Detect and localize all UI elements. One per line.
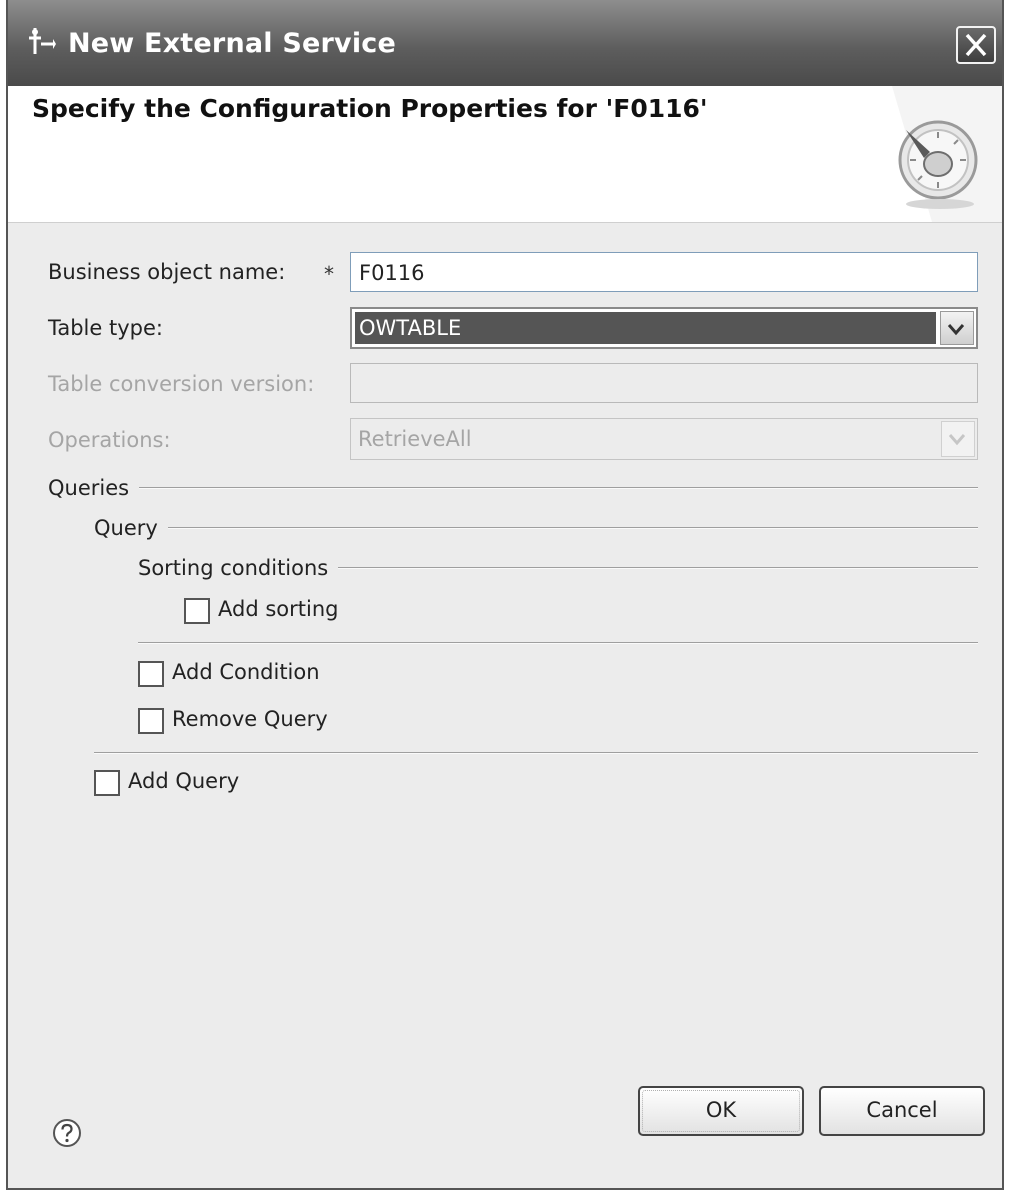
business-object-name-label: Business object name: bbox=[48, 260, 286, 284]
add-sorting-label[interactable]: Add sorting bbox=[218, 597, 338, 621]
checkbox-box[interactable] bbox=[94, 770, 120, 796]
table-type-label: Table type: bbox=[48, 316, 163, 340]
table-type-value: OWTABLE bbox=[355, 312, 936, 344]
page-title: Specify the Configuration Properties for… bbox=[32, 94, 708, 123]
chevron-down-icon bbox=[941, 421, 975, 457]
form-content: Business object name: * F0116 Table type… bbox=[8, 222, 1002, 1188]
chevron-down-icon[interactable] bbox=[940, 311, 974, 345]
wizard-gauge-icon bbox=[892, 86, 1002, 222]
query-group-label: Query bbox=[94, 516, 168, 540]
queries-group-line bbox=[48, 487, 978, 489]
add-query-label[interactable]: Add Query bbox=[128, 769, 239, 793]
window-title: New External Service bbox=[68, 28, 396, 59]
external-service-icon bbox=[26, 24, 56, 58]
operations-select: RetrieveAll bbox=[350, 418, 978, 460]
add-condition-label[interactable]: Add Condition bbox=[172, 660, 320, 684]
checkbox-box[interactable] bbox=[184, 598, 210, 624]
query-group-line bbox=[94, 527, 978, 529]
remove-query-label[interactable]: Remove Query bbox=[172, 707, 328, 731]
help-icon[interactable] bbox=[52, 1118, 82, 1148]
checkbox-box[interactable] bbox=[138, 708, 164, 734]
query-group-bottom-line bbox=[94, 752, 978, 754]
cancel-button-label: Cancel bbox=[866, 1098, 938, 1122]
title-bar[interactable]: New External Service bbox=[8, 0, 1002, 87]
required-marker: * bbox=[324, 262, 334, 286]
wizard-header: Specify the Configuration Properties for… bbox=[8, 86, 1002, 223]
sorting-group-label: Sorting conditions bbox=[138, 556, 339, 580]
table-type-select[interactable]: OWTABLE bbox=[350, 307, 978, 349]
close-button[interactable] bbox=[956, 26, 996, 64]
table-conversion-version-label: Table conversion version: bbox=[48, 372, 315, 396]
queries-group-label: Queries bbox=[48, 476, 140, 500]
operations-value: RetrieveAll bbox=[358, 427, 472, 451]
close-icon bbox=[965, 33, 987, 57]
focus-ring bbox=[642, 1090, 800, 1132]
checkbox-box[interactable] bbox=[138, 661, 164, 687]
operations-label: Operations: bbox=[48, 428, 171, 452]
table-conversion-version-field bbox=[350, 363, 978, 403]
dialog-window: New External Service Specify the Configu… bbox=[6, 0, 1004, 1190]
cancel-button[interactable]: Cancel bbox=[819, 1086, 985, 1136]
business-object-name-field[interactable]: F0116 bbox=[350, 252, 978, 292]
ok-button[interactable]: OK bbox=[638, 1086, 804, 1136]
sorting-group-bottom-line bbox=[138, 642, 978, 644]
